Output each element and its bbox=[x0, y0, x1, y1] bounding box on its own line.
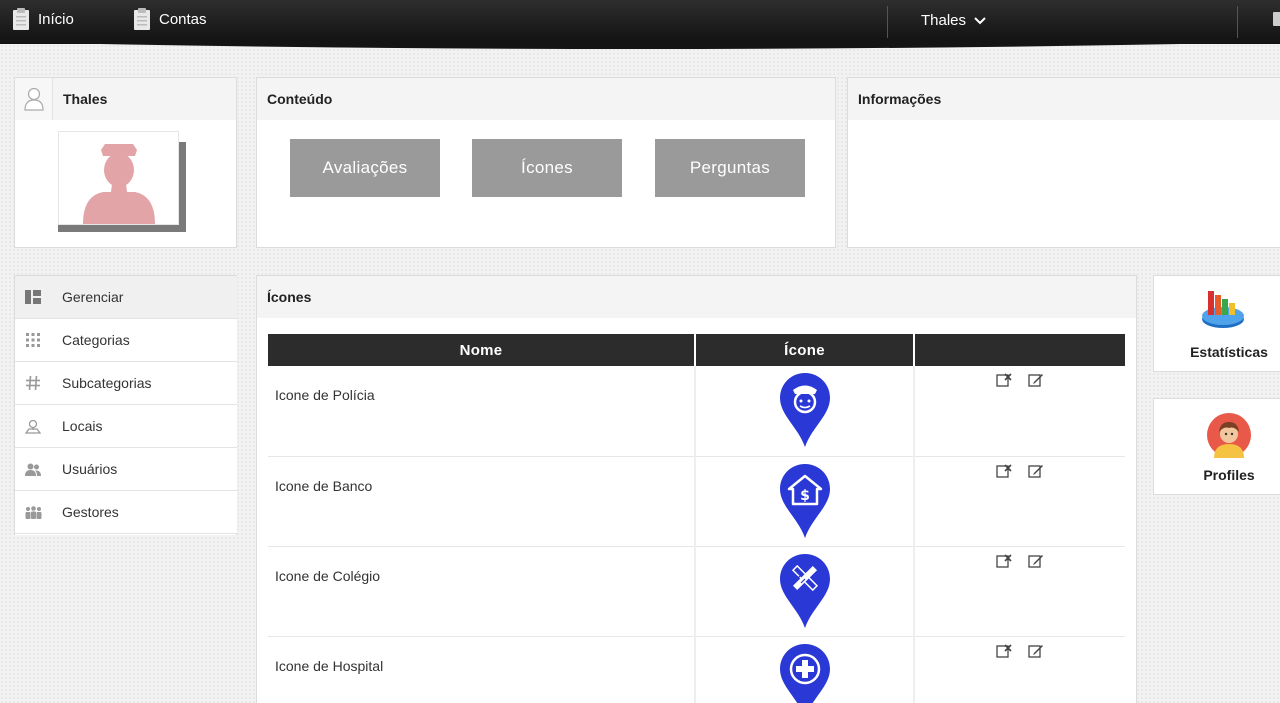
avaliacoes-button[interactable]: Avaliações bbox=[290, 139, 440, 197]
statistics-label: Estatísticas bbox=[1190, 344, 1268, 360]
info-title: Informações bbox=[848, 78, 1280, 120]
delete-icon[interactable] bbox=[996, 553, 1012, 569]
nav-inicio[interactable]: Início bbox=[12, 7, 74, 31]
svg-text:$: $ bbox=[800, 488, 810, 504]
nav-contas[interactable]: Contas bbox=[133, 7, 207, 31]
sidebar-item-gestores[interactable]: Gestores bbox=[15, 491, 237, 534]
profile-header: Thales bbox=[15, 78, 236, 120]
profile-photo[interactable] bbox=[58, 131, 186, 232]
statistics-icon bbox=[1202, 291, 1244, 328]
sidebar-item-gerenciar[interactable]: Gerenciar bbox=[15, 276, 237, 319]
nav-contas-label: Contas bbox=[159, 10, 207, 28]
column-header-nome[interactable]: Nome bbox=[268, 334, 696, 366]
sidebar-item-label: Categorias bbox=[62, 332, 130, 348]
profile-panel: Thales bbox=[14, 77, 237, 248]
users-icon bbox=[15, 463, 51, 476]
bank-marker-icon: $ bbox=[779, 463, 830, 538]
sidebar-item-label: Usuários bbox=[62, 461, 118, 477]
table-header-row: Nome Ícone bbox=[268, 334, 1125, 366]
sidebar-item-label: Subcategorias bbox=[62, 375, 152, 391]
navbar-divider bbox=[887, 6, 888, 40]
icones-button[interactable]: Ícones bbox=[472, 139, 622, 197]
message-icon[interactable] bbox=[1273, 12, 1280, 26]
sidebar-item-categorias[interactable]: Categorias bbox=[15, 319, 237, 362]
edit-icon[interactable] bbox=[1028, 643, 1044, 659]
info-panel: Informações bbox=[847, 77, 1280, 248]
school-marker-icon bbox=[779, 553, 830, 628]
content-panel: Conteúdo Avaliações Ícones Perguntas bbox=[256, 77, 836, 248]
delete-icon[interactable] bbox=[996, 643, 1012, 659]
statistics-tile[interactable]: Estatísticas bbox=[1153, 275, 1280, 372]
photo-frame bbox=[58, 131, 179, 225]
icons-panel-title: Ícones bbox=[257, 276, 1136, 318]
sidebar-item-label: Locais bbox=[62, 418, 103, 434]
sidebar-item-locais[interactable]: Locais bbox=[15, 405, 237, 448]
column-header-icone[interactable]: Ícone bbox=[695, 334, 915, 366]
location-icon bbox=[15, 419, 51, 434]
edit-icon[interactable] bbox=[1028, 372, 1044, 388]
navbar-divider bbox=[1237, 6, 1238, 40]
person-silhouette-icon bbox=[82, 144, 155, 224]
sidebar-menu: Gerenciar Categorias Subcategorias Locai… bbox=[14, 275, 237, 535]
icons-panel: Ícones Nome Ícone Icone de Polícia Icone… bbox=[256, 275, 1137, 703]
table-row: Icone de Polícia bbox=[268, 366, 1125, 457]
profiles-label: Profiles bbox=[1203, 467, 1255, 483]
profiles-tile[interactable]: Profiles bbox=[1153, 398, 1280, 495]
delete-icon[interactable] bbox=[996, 372, 1012, 388]
dashboard-icon bbox=[15, 290, 51, 304]
row-name: Icone de Hospital bbox=[268, 636, 696, 703]
table-row: Icone de Hospital bbox=[268, 636, 1125, 703]
group-icon bbox=[15, 505, 51, 519]
grid-icon bbox=[15, 333, 51, 347]
user-menu[interactable]: Thales bbox=[921, 12, 986, 29]
perguntas-button[interactable]: Perguntas bbox=[655, 139, 805, 197]
icons-table: Nome Ícone Icone de Polícia Icone de Ban… bbox=[268, 334, 1125, 703]
police-marker-icon bbox=[779, 373, 830, 447]
sidebar-item-usuarios[interactable]: Usuários bbox=[15, 448, 237, 491]
edit-icon[interactable] bbox=[1028, 463, 1044, 479]
user-name: Thales bbox=[921, 12, 967, 29]
hash-icon bbox=[15, 376, 51, 390]
sidebar-item-subcategorias[interactable]: Subcategorias bbox=[15, 362, 237, 405]
row-name: Icone de Polícia bbox=[268, 366, 696, 457]
sidebar-item-label: Gestores bbox=[62, 504, 119, 520]
table-row: Icone de Colégio bbox=[268, 546, 1125, 637]
column-header-actions bbox=[914, 334, 1125, 366]
content-title: Conteúdo bbox=[257, 78, 835, 120]
sidebar-item-label: Gerenciar bbox=[62, 289, 124, 305]
user-icon bbox=[15, 78, 53, 120]
hospital-marker-icon bbox=[779, 643, 830, 703]
navbar-curve bbox=[0, 38, 1280, 49]
profile-avatar-icon bbox=[1207, 413, 1251, 458]
clipboard-icon bbox=[134, 8, 150, 30]
profile-name: Thales bbox=[63, 91, 108, 107]
edit-icon[interactable] bbox=[1028, 553, 1044, 569]
chevron-down-icon bbox=[974, 16, 986, 24]
row-name: Icone de Colégio bbox=[268, 546, 696, 637]
delete-icon[interactable] bbox=[996, 463, 1012, 479]
clipboard-icon bbox=[13, 8, 29, 30]
table-row: Icone de Banco $ bbox=[268, 456, 1125, 547]
row-name: Icone de Banco bbox=[268, 456, 696, 547]
nav-inicio-label: Início bbox=[38, 10, 74, 28]
